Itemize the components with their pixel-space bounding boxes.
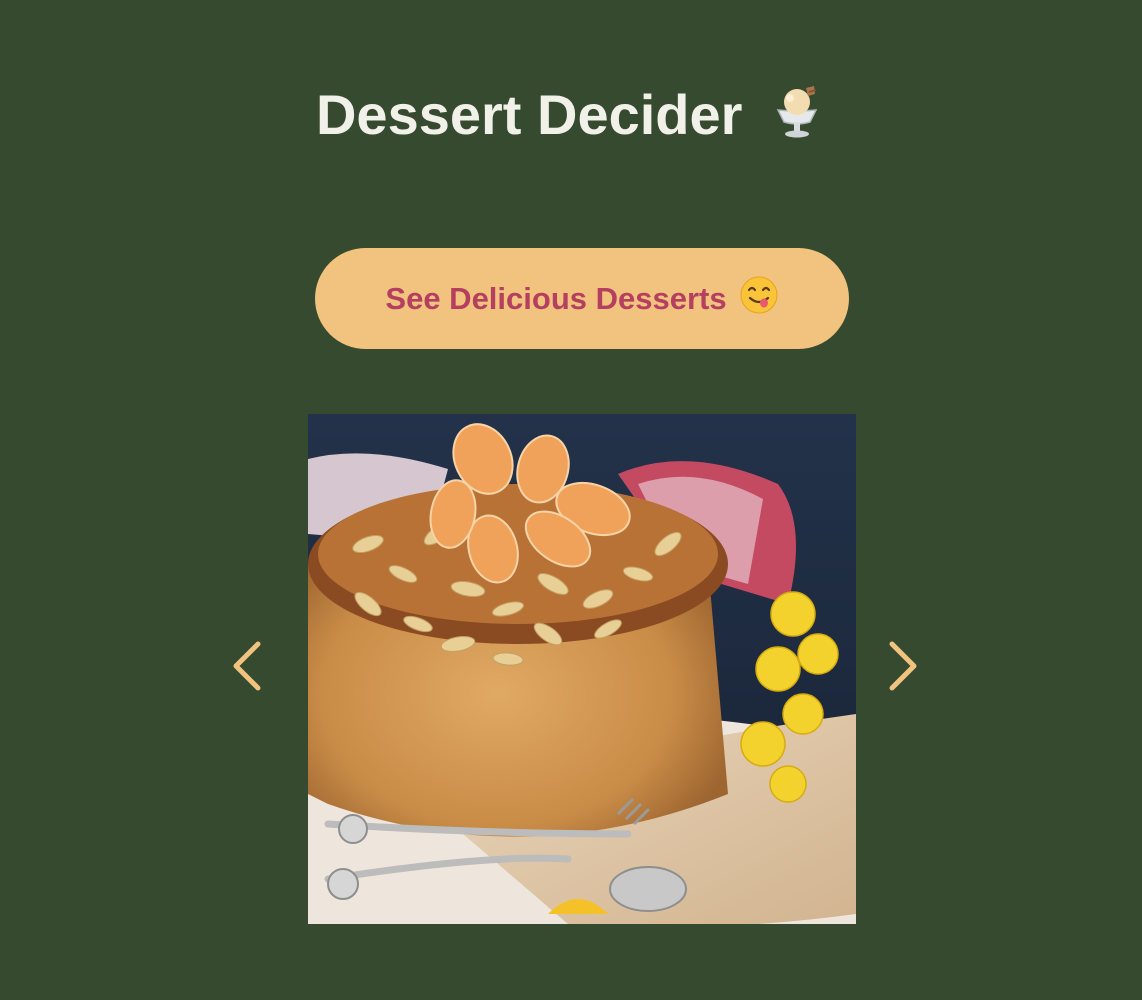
chevron-left-icon: [233, 641, 261, 691]
page-title: Dessert Decider: [0, 80, 1142, 156]
carousel-prev-button[interactable]: [226, 636, 270, 696]
see-desserts-button[interactable]: See Delicious Desserts: [315, 248, 849, 349]
chevron-right-icon: [889, 641, 917, 691]
page-title-text: Dessert Decider: [315, 83, 743, 146]
yum-face-emoji-icon: [739, 275, 779, 323]
carousel-image: [308, 414, 856, 924]
see-desserts-button-label: See Delicious Desserts: [385, 280, 727, 316]
carousel-next-button[interactable]: [880, 636, 924, 696]
ice-cream-sundae-icon: [768, 82, 826, 156]
